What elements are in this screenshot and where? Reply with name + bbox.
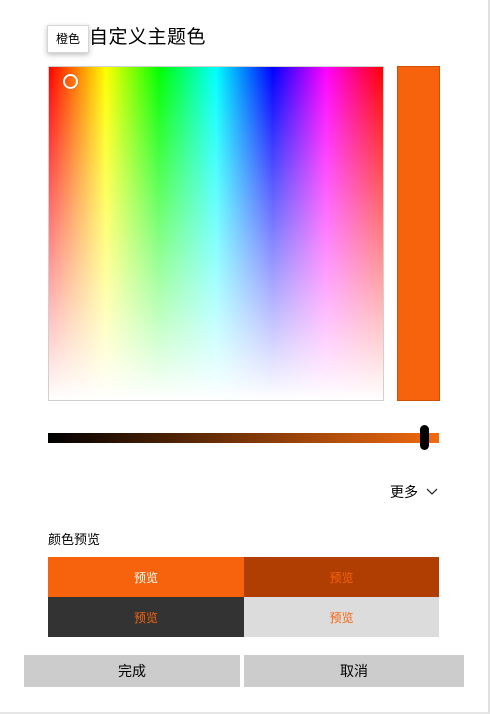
preview-tile-accent-dark: 预览 — [244, 557, 439, 597]
preview-tile-dark-theme: 预览 — [48, 597, 244, 637]
brightness-slider-thumb[interactable] — [420, 425, 429, 450]
preview-tile-light-theme: 预览 — [244, 597, 439, 637]
selected-color-swatch — [397, 66, 440, 401]
done-button[interactable]: 完成 — [24, 655, 240, 687]
more-button[interactable]: 更多 — [390, 482, 438, 502]
brightness-slider[interactable] — [48, 425, 439, 450]
preview-tile-accent: 预览 — [48, 557, 244, 597]
chevron-down-icon — [426, 488, 438, 495]
dialog-title: 自定义主题色 — [89, 26, 207, 48]
custom-accent-color-dialog: 自定义主题色 橙色 更多 颜色预览 预览 预览 预览 预览 完成 取消 — [0, 0, 490, 714]
more-label: 更多 — [390, 485, 418, 501]
cancel-button[interactable]: 取消 — [244, 655, 464, 687]
color-preview-label: 颜色预览 — [48, 533, 101, 548]
color-name-tooltip: 橙色 — [47, 25, 89, 53]
color-spectrum[interactable] — [48, 66, 384, 401]
color-preview-grid: 预览 预览 预览 预览 — [48, 557, 439, 637]
spectrum-picker-handle[interactable] — [63, 74, 78, 89]
